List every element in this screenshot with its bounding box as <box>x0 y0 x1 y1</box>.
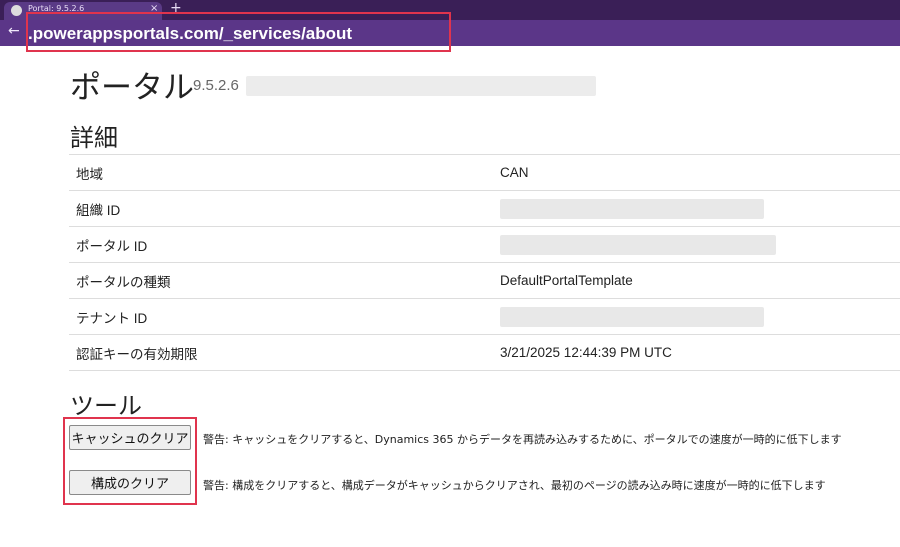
row-label-region: 地域 <box>69 154 494 191</box>
table-row: 認証キーの有効期限 3/21/2025 12:44:39 PM UTC <box>69 334 900 371</box>
table-row: テナント ID <box>69 298 900 335</box>
details-table: 地域 CAN 組織 ID ポータル ID ポータルの種類 DefaultPort… <box>69 154 900 371</box>
version-label: 9.5.2.6 <box>193 77 239 94</box>
url-input[interactable]: .powerappsportals.com/_services/about <box>28 24 352 44</box>
clear-config-warning: 警告: 構成をクリアすると、構成データがキャッシュからクリアされ、最初のページの… <box>203 479 826 492</box>
clear-cache-warning: 警告: キャッシュをクリアすると、Dynamics 365 からデータを再読み込… <box>203 433 842 446</box>
globe-icon <box>11 5 22 16</box>
clear-config-button[interactable]: 構成のクリア <box>69 470 191 495</box>
row-label-portal-id: ポータル ID <box>69 226 494 263</box>
tools-heading: ツール <box>70 392 142 420</box>
redacted-org-id <box>500 198 764 219</box>
table-row: 組織 ID <box>69 190 900 227</box>
table-row: 地域 CAN <box>69 154 900 191</box>
details-heading: 詳細 <box>70 124 118 152</box>
row-label-portal-type: ポータルの種類 <box>69 262 494 299</box>
row-value-region: CAN <box>494 154 900 191</box>
table-row: ポータルの種類 DefaultPortalTemplate <box>69 262 900 299</box>
page-title: ポータル <box>70 70 194 106</box>
back-arrow-icon[interactable]: ← <box>8 23 20 39</box>
row-value-portal-type: DefaultPortalTemplate <box>494 262 900 299</box>
table-row: ポータル ID <box>69 226 900 263</box>
redacted-tenant-id <box>500 306 764 327</box>
redacted-portal-id <box>500 234 776 255</box>
row-label-auth-key-expiry: 認証キーの有効期限 <box>69 334 494 371</box>
row-label-org-id: 組織 ID <box>69 190 494 227</box>
redacted-block <box>246 76 596 96</box>
row-value-auth-key-expiry: 3/21/2025 12:44:39 PM UTC <box>494 334 900 371</box>
clear-cache-button[interactable]: キャッシュのクリア <box>69 425 191 450</box>
row-label-tenant-id: テナント ID <box>69 298 494 335</box>
